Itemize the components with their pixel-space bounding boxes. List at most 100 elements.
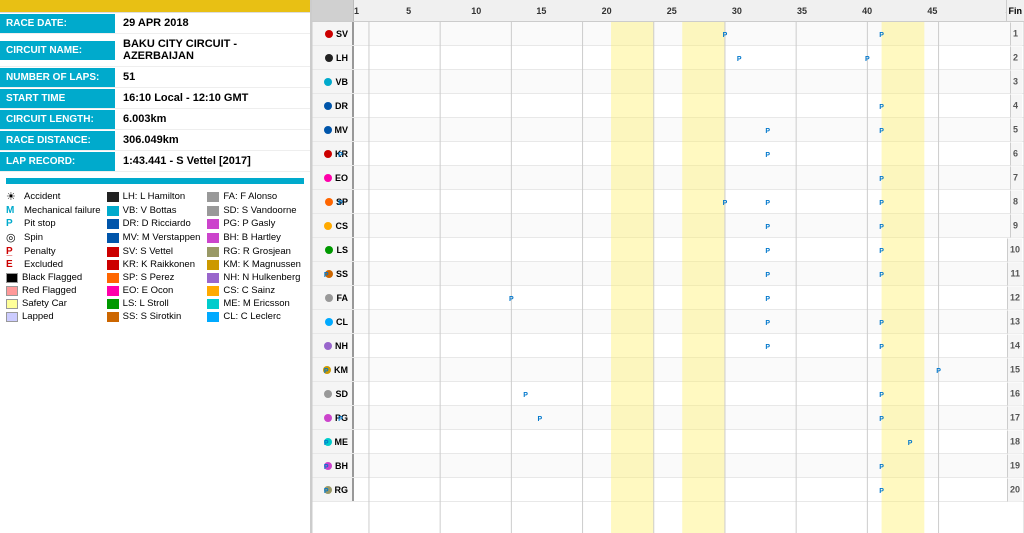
key-item: DR: D Ricciardo — [107, 218, 204, 229]
driver-color-dot — [324, 150, 332, 158]
info-val: BAKU CITY CIRCUIT - AZERBAIJAN — [115, 34, 310, 66]
lap-marker: 35 — [797, 6, 807, 16]
lap-marker: 40 — [862, 6, 872, 16]
driver-abbr: PG — [335, 413, 348, 423]
key-item: VB: V Bottas — [107, 205, 204, 216]
row-content — [354, 94, 1024, 117]
key-item: Lapped — [6, 311, 103, 322]
driver-abbr: BH — [335, 461, 348, 471]
info-row: LAP RECORD:1:43.441 - S Vettel [2017] — [0, 151, 310, 172]
row-content — [354, 142, 1024, 165]
row-driver-label: VB — [312, 70, 354, 93]
chart-header: 15101520253035404551 Fin — [312, 0, 1024, 22]
final-position-label: 19 — [1007, 454, 1022, 477]
key-item: SV: S Vettel — [107, 246, 204, 257]
key-item: P̲Penalty — [6, 246, 103, 257]
info-val: 16:10 Local - 12:10 GMT — [115, 88, 256, 108]
chart-row: KM15 — [312, 358, 1024, 382]
key-swatch — [107, 206, 119, 216]
key-icon: P — [6, 218, 20, 229]
row-content — [354, 358, 1024, 381]
key-item: PG: P Gasly — [207, 218, 304, 229]
info-val: 51 — [115, 67, 143, 87]
driver-abbr: DR — [335, 101, 348, 111]
driver-color-dot — [325, 198, 333, 206]
info-table: RACE DATE:29 APR 2018CIRCUIT NAME:BAKU C… — [0, 12, 310, 172]
chart-row: SP8 — [312, 190, 1024, 214]
key-swatch — [207, 219, 219, 229]
lap-marker: 15 — [536, 6, 546, 16]
driver-color-dot — [325, 54, 333, 62]
driver-color-dot — [324, 438, 332, 446]
final-position-label: 13 — [1007, 310, 1022, 333]
row-content — [354, 286, 1024, 309]
chart-row: SV1 — [312, 22, 1024, 46]
info-val: 29 APR 2018 — [115, 13, 197, 33]
info-val: 306.049km — [115, 130, 187, 150]
row-content — [354, 454, 1024, 477]
key-swatch — [107, 299, 119, 309]
key-item: BH: B Hartley — [207, 231, 304, 244]
row-content — [354, 214, 1024, 237]
row-content — [354, 238, 1024, 261]
final-position-label: 7 — [1010, 166, 1022, 189]
key-item: FA: F Alonso — [207, 190, 304, 203]
row-content — [354, 478, 1024, 501]
row-content — [354, 430, 1024, 453]
final-position-label: 20 — [1007, 478, 1022, 501]
lap-marker: 20 — [602, 6, 612, 16]
chart-row: SD16 — [312, 382, 1024, 406]
chart-container: 15101520253035404551 Fin SV1LH2VB3DR4MV5… — [312, 0, 1024, 533]
key-label: DR: D Ricciardo — [123, 218, 191, 229]
chart-row: DR4 — [312, 94, 1024, 118]
key-swatch — [6, 299, 18, 309]
row-driver-label: SP — [312, 190, 354, 213]
row-driver-label: ME — [312, 430, 354, 453]
key-swatch — [207, 260, 219, 270]
final-position-label: 9 — [1010, 214, 1022, 237]
lap-marker: 30 — [732, 6, 742, 16]
key-label: FA: F Alonso — [223, 191, 277, 202]
key-swatch — [107, 260, 119, 270]
key-item: EO: E Ocon — [107, 285, 204, 296]
race-header — [0, 0, 310, 12]
key-label: BH: B Hartley — [223, 232, 281, 243]
chart-row: RG20 — [312, 478, 1024, 502]
key-icon: E — [6, 259, 20, 270]
row-driver-label: FA — [312, 286, 354, 309]
chart-row: LS 10 — [312, 238, 1024, 262]
key-swatch — [107, 273, 119, 283]
key-swatch — [207, 206, 219, 216]
driver-abbr: LS — [336, 245, 348, 255]
lap-marker: 25 — [667, 6, 677, 16]
key-label: KR: K Raikkonen — [123, 259, 195, 270]
key-swatch — [107, 219, 119, 229]
row-driver-label: BH — [312, 454, 354, 477]
driver-abbr: ME — [335, 437, 349, 447]
driver-color-dot — [324, 174, 332, 182]
key-icon: ◎ — [6, 231, 20, 244]
key-item: ☀Accident — [6, 190, 103, 203]
key-label: CS: C Sainz — [223, 285, 275, 296]
row-content — [354, 382, 1024, 405]
info-val: 1:43.441 - S Vettel [2017] — [115, 151, 259, 171]
chart-row: NH14 — [312, 334, 1024, 358]
chart-row: BH 19 — [312, 454, 1024, 478]
left-panel: RACE DATE:29 APR 2018CIRCUIT NAME:BAKU C… — [0, 0, 310, 533]
key-label: Black Flagged — [22, 272, 82, 283]
key-label: SS: S Sirotkin — [123, 311, 182, 322]
key-label: ME: M Ericsson — [223, 298, 290, 309]
chart-row: VB3 — [312, 70, 1024, 94]
key-swatch — [107, 312, 119, 322]
key-section: ☀AccidentLH: L HamiltonFA: F AlonsoMMech… — [0, 178, 310, 533]
chart-row: SS11 — [312, 262, 1024, 286]
final-position-label: 18 — [1007, 430, 1022, 453]
final-position-label: 10 — [1007, 238, 1022, 261]
key-swatch — [6, 273, 18, 283]
info-key: LAP RECORD: — [0, 152, 115, 171]
driver-abbr: KM — [334, 365, 348, 375]
row-driver-label: PG — [312, 406, 354, 429]
driver-color-dot — [324, 390, 332, 398]
key-swatch — [6, 286, 18, 296]
key-label: EO: E Ocon — [123, 285, 174, 296]
